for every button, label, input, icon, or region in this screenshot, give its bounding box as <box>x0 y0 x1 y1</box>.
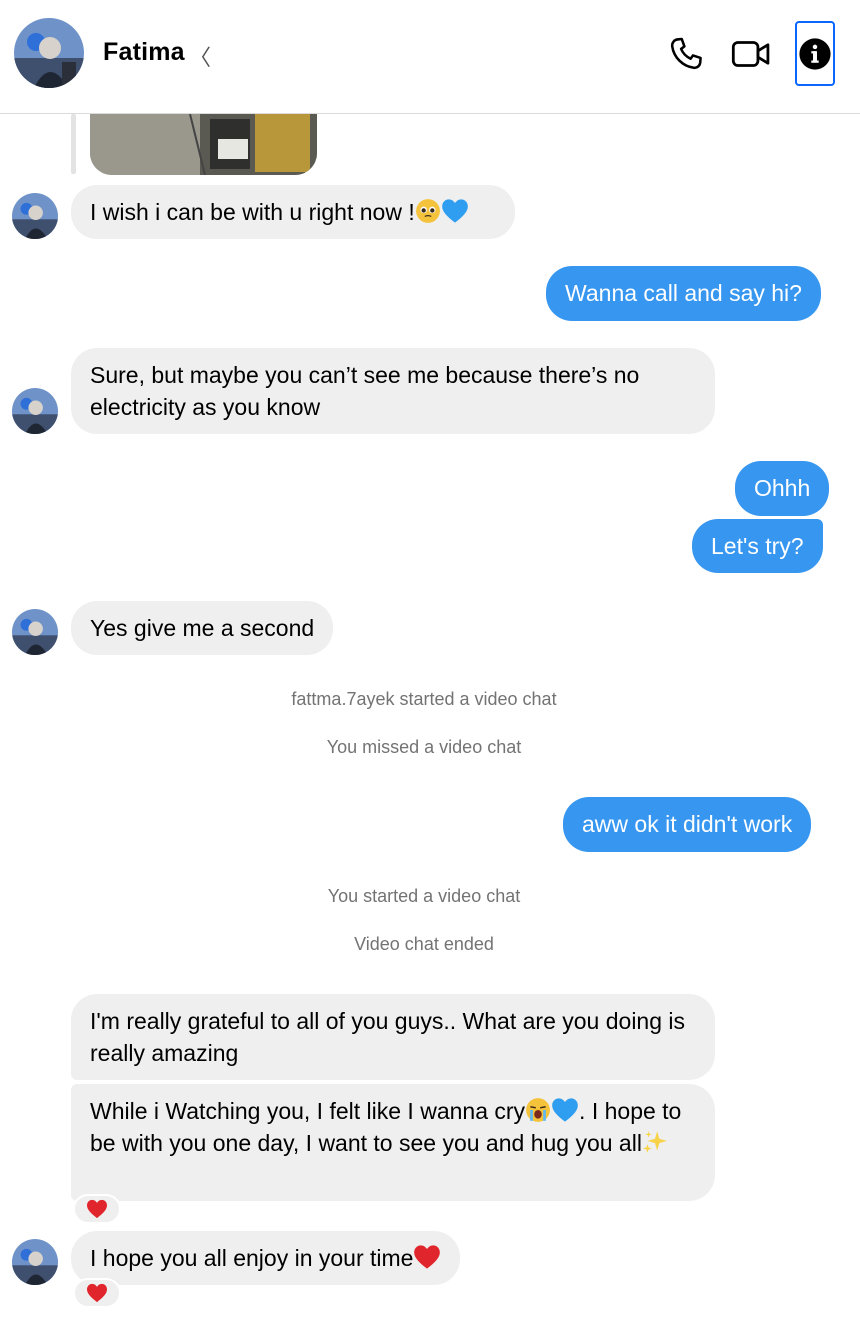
phone-icon <box>670 37 702 70</box>
blue-heart-icon <box>552 1098 578 1122</box>
sparkles-emoji-icon <box>643 1131 667 1153</box>
red-heart-icon <box>87 1199 107 1219</box>
outgoing-message[interactable]: Ohhh <box>735 461 830 516</box>
system-message: Video chat ended <box>354 934 494 954</box>
outgoing-message[interactable]: Wanna call and say hi? <box>546 266 821 321</box>
contact-name[interactable]: Fatima <box>103 38 185 67</box>
conversation-info-button[interactable] <box>795 21 835 86</box>
chat-header: Fatima 〈 <box>0 0 860 114</box>
contact-avatar[interactable] <box>14 18 84 88</box>
message-text: Let's try? <box>711 533 804 559</box>
incoming-message[interactable]: I hope you all enjoy in your time <box>71 1231 461 1285</box>
message-reaction[interactable] <box>73 1194 121 1224</box>
contact-avatar-small[interactable] <box>12 388 58 434</box>
incoming-message[interactable]: I wish i can be with u right now ! <box>71 185 515 239</box>
incoming-message[interactable]: While i Watching you, I felt like I wann… <box>71 1084 715 1201</box>
message-text: I hope you all enjoy in your time <box>90 1245 414 1271</box>
contact-avatar-small[interactable] <box>12 609 58 655</box>
pleading-face-emoji-icon <box>415 199 440 223</box>
shared-photo[interactable] <box>90 114 317 175</box>
incoming-message[interactable]: I'm really grateful to all of you guys..… <box>71 994 715 1080</box>
outgoing-message[interactable]: Let's try? <box>692 519 823 573</box>
message-text: While i Watching you, I felt like I wann… <box>90 1098 526 1124</box>
message-text: Ohhh <box>754 475 811 501</box>
message-text: Sure, but maybe you can’t see me because… <box>90 362 640 420</box>
contact-name-glyph: 〈 <box>189 45 212 70</box>
audio-call-button[interactable] <box>664 32 708 76</box>
message-text: aww ok it didn't work <box>582 811 793 837</box>
outgoing-message[interactable]: aww ok it didn't work <box>563 797 812 852</box>
system-message: You started a video chat <box>327 886 521 906</box>
video-camera-icon <box>731 41 770 67</box>
message-reaction[interactable] <box>73 1278 121 1308</box>
blue-heart-icon <box>441 199 468 223</box>
red-heart-icon <box>414 1245 441 1269</box>
message-text: Wanna call and say hi? <box>565 280 802 306</box>
incoming-message[interactable]: Sure, but maybe you can’t see me because… <box>71 348 715 434</box>
reply-indicator-bar <box>71 114 76 174</box>
contact-avatar-small[interactable] <box>12 193 58 239</box>
info-icon <box>799 37 831 70</box>
incoming-message[interactable]: Yes give me a second <box>71 601 334 655</box>
red-heart-icon <box>87 1283 107 1303</box>
system-message: You missed a video chat <box>326 737 522 757</box>
message-text: I'm really grateful to all of you guys..… <box>90 1008 686 1066</box>
contact-avatar-small[interactable] <box>12 1239 58 1285</box>
crying-face-emoji-icon <box>526 1098 550 1122</box>
message-text: I wish i can be with u right now ! <box>90 199 415 225</box>
message-text: Yes give me a second <box>90 615 315 641</box>
video-call-button[interactable] <box>728 32 774 76</box>
system-message: fattma.7ayek started a video chat <box>291 689 557 709</box>
